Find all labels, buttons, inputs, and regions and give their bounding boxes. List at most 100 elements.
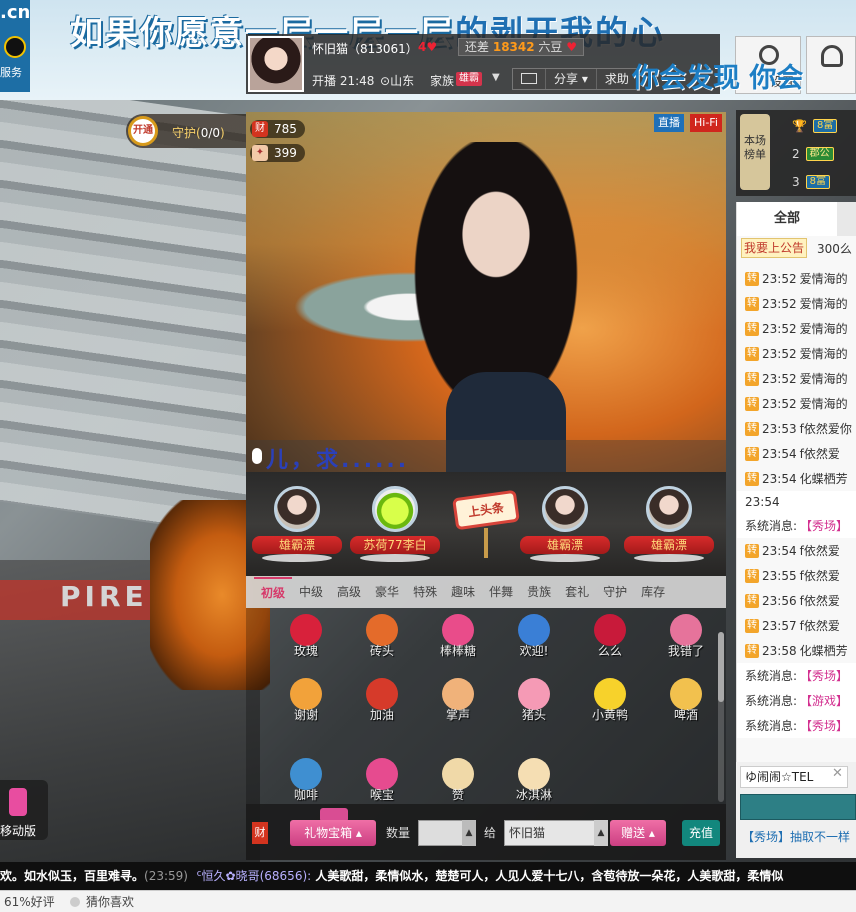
chat-message[interactable]: 转 23:54 f依然爱: [737, 441, 856, 466]
gift-item[interactable]: 玫瑰: [268, 614, 344, 682]
chat-text[interactable]: f依然爱: [800, 567, 840, 584]
chat-text[interactable]: f依然爱: [800, 592, 840, 609]
gift-item[interactable]: 加油: [344, 678, 420, 746]
chat-message[interactable]: 转 23:52 爱情海的: [737, 316, 856, 341]
close-icon[interactable]: ✕: [832, 766, 843, 781]
tab-mid[interactable]: 中级: [292, 576, 330, 608]
share-button[interactable]: 分享 ▾: [546, 69, 597, 89]
gift-item[interactable]: 啤酒: [648, 678, 724, 746]
message-button[interactable]: [513, 69, 546, 89]
gift-item[interactable]: 么么: [572, 614, 648, 682]
live-badge[interactable]: 直播: [654, 114, 684, 132]
chat-text[interactable]: f依然爱你: [800, 420, 852, 437]
chat-message[interactable]: 转 23:56 f依然爱: [737, 588, 856, 613]
chat-message[interactable]: 转 23:55 f依然爱: [737, 563, 856, 588]
chat-time-divider[interactable]: 23:54: [737, 491, 856, 513]
gift-item[interactable]: 冰淇淋: [496, 758, 572, 804]
chevron-down-icon[interactable]: ▼: [492, 72, 500, 83]
gift-item[interactable]: 砖头: [344, 614, 420, 682]
chat-message[interactable]: 转 23:52 爱情海的: [737, 266, 856, 291]
announcement-button[interactable]: 我要上公告: [741, 238, 808, 258]
chat-text[interactable]: 爱情海的: [800, 295, 848, 312]
tab-special[interactable]: 特殊: [406, 576, 444, 608]
gift-item[interactable]: 咖啡: [268, 758, 344, 804]
mobile-version-button[interactable]: 移动版: [0, 780, 48, 840]
chat-message[interactable]: 转 23:52 爱情海的: [737, 291, 856, 316]
system-link[interactable]: 【游戏】: [800, 692, 848, 709]
gift-item[interactable]: 猪头: [496, 678, 572, 746]
chat-system-message[interactable]: 系统消息: 【秀场】: [737, 663, 856, 688]
guess-you-like[interactable]: 猜你喜欢: [86, 891, 134, 912]
chat-message[interactable]: 转 23:54 化蝶栖芳: [737, 466, 856, 491]
chat-system-message[interactable]: 系统消息: 【游戏】: [737, 688, 856, 713]
headline-seat[interactable]: 雄霸漂: [624, 484, 714, 574]
chevron-up-icon[interactable]: ▲: [594, 820, 608, 846]
hifi-badge[interactable]: Hi-Fi: [690, 114, 722, 132]
chat-text[interactable]: f依然爱: [800, 445, 840, 462]
system-link[interactable]: 【秀场】: [800, 717, 848, 734]
tab-all[interactable]: 全部: [737, 202, 837, 236]
headline-seat[interactable]: 苏荷77李白: [350, 484, 440, 574]
chat-message[interactable]: 转 23:52 爱情海的: [737, 391, 856, 416]
tab-bundle[interactable]: 套礼: [558, 576, 596, 608]
system-link[interactable]: 【秀场】: [800, 667, 848, 684]
site-logo[interactable]: .cn 服务: [0, 0, 30, 92]
chat-message[interactable]: 转 23:53 f依然爱你: [737, 416, 856, 441]
tab-guard[interactable]: 守护: [596, 576, 634, 608]
headline-sign[interactable]: 上头条: [452, 489, 520, 531]
chat-text[interactable]: 爱情海的: [800, 320, 848, 337]
chat-system-message[interactable]: 系统消息: 【秀场】: [737, 513, 856, 538]
chat-tip[interactable]: 【秀场】抽取不一样: [742, 828, 850, 845]
tab-advanced[interactable]: 高级: [330, 576, 368, 608]
headline-seat[interactable]: 雄霸漂: [252, 484, 342, 574]
gift-item[interactable]: 我错了: [648, 614, 724, 682]
wealth-side-icon[interactable]: 财: [252, 822, 268, 844]
anchor-name[interactable]: 怀旧猫（813061）: [312, 40, 418, 57]
chat-message[interactable]: 转 23:52 爱情海的: [737, 366, 856, 391]
chat-text[interactable]: 爱情海的: [800, 345, 848, 362]
gift-item[interactable]: 谢谢: [268, 678, 344, 746]
chat-message[interactable]: 转 23:57 f依然爱: [737, 613, 856, 638]
gift-item[interactable]: 掌声: [420, 678, 496, 746]
tab-basic[interactable]: 初级: [254, 577, 293, 607]
chat-text[interactable]: 化蝶栖芳: [800, 470, 848, 487]
gift-item[interactable]: 欢迎!: [496, 614, 572, 682]
gift-item[interactable]: 赞: [420, 758, 496, 804]
chat-text[interactable]: f依然爱: [800, 542, 840, 559]
qq-icon[interactable]: [4, 36, 26, 58]
rank-row[interactable]: 🏆 8富: [792, 116, 838, 136]
anchor-avatar[interactable]: [248, 36, 304, 92]
tab-luxury[interactable]: 豪华: [368, 576, 406, 608]
tab-dance[interactable]: 伴舞: [482, 576, 520, 608]
tab-inventory[interactable]: 库存: [634, 576, 672, 608]
chat-input[interactable]: [740, 794, 856, 820]
send-gift-button[interactable]: 赠送 ▴: [610, 820, 666, 846]
chat-system-message[interactable]: 系统消息: 【秀场】: [737, 713, 856, 738]
gift-box-button[interactable]: 礼物宝箱 ▴: [290, 820, 376, 846]
gift-scrollbar[interactable]: [718, 632, 724, 802]
live-video[interactable]: 财 785 ✦ 399 直播 Hi-Fi 儿，求......: [246, 112, 726, 472]
chat-text[interactable]: 爱情海的: [800, 370, 848, 387]
system-link[interactable]: 【秀场】: [800, 517, 848, 534]
rank-row[interactable]: 3 8富: [792, 172, 831, 192]
user-button[interactable]: [806, 36, 856, 94]
recipient-input[interactable]: 怀旧猫: [504, 820, 608, 846]
chat-text[interactable]: 爱情海的: [800, 395, 848, 412]
gift-item[interactable]: 小黄鸭: [572, 678, 648, 746]
recharge-button[interactable]: 充值: [682, 820, 720, 846]
guard-bar[interactable]: 开通 守护(0/0): [126, 114, 246, 148]
quantity-stepper[interactable]: ▲: [462, 820, 476, 846]
rank-row[interactable]: 2 郡公: [792, 144, 834, 164]
guard-open-badge[interactable]: 开通: [128, 116, 158, 146]
tab-fun[interactable]: 趣味: [444, 576, 482, 608]
scroll-thumb[interactable]: [718, 632, 724, 702]
chat-text[interactable]: 化蝶栖芳: [800, 642, 848, 659]
tab-noble[interactable]: 贵族: [520, 576, 558, 608]
ticker-user[interactable]: ᑦ恒久✿晓哥(68656):: [196, 869, 311, 883]
chat-text[interactable]: f依然爱: [800, 617, 840, 634]
mic-icon[interactable]: [252, 448, 262, 464]
chat-text[interactable]: 爱情海的: [800, 270, 848, 287]
gift-item[interactable]: 棒棒糖: [420, 614, 496, 682]
family-badge[interactable]: 雄霸: [456, 72, 482, 86]
qq-service-label[interactable]: 服务: [0, 64, 22, 80]
